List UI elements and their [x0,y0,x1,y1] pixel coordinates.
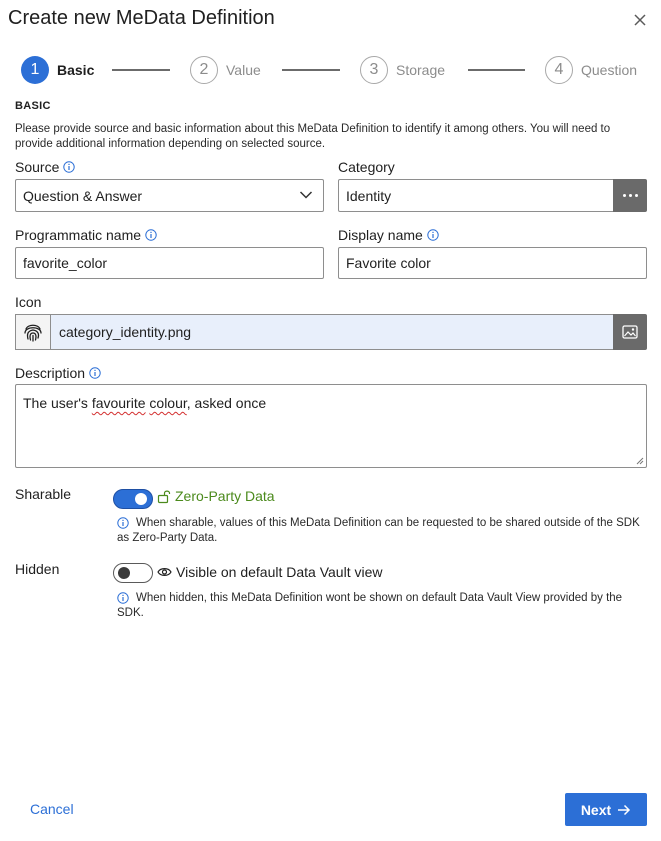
eye-icon [157,568,172,576]
hidden-status: Visible on default Data Vault view [157,564,383,580]
hidden-toggle[interactable] [113,563,153,583]
icon-file-value: category_identity.png [59,324,192,340]
misspelled-word: favourite [91,395,146,411]
toggle-knob [118,567,130,579]
sharable-status-text: Zero-Party Data [175,488,275,504]
step-basic[interactable]: 1 Basic [21,56,94,84]
step-label: Basic [57,62,95,78]
chevron-down-icon [299,191,313,199]
arrow-right-icon [618,804,631,815]
category-input[interactable]: Identity [338,179,614,212]
next-button[interactable]: Next [565,793,647,826]
hidden-label: Hidden [15,561,60,577]
description-label: Description [15,365,101,381]
hidden-hint-text: When hidden, this MeData Definition wont… [117,592,623,619]
sharable-hint-text: When sharable, values of this MeData Def… [117,517,640,544]
info-icon[interactable] [427,229,439,241]
more-dots-icon [622,194,626,197]
programmatic-name-value: favorite_color [23,255,108,271]
category-label: Category [338,159,395,175]
info-icon[interactable] [63,161,76,173]
step-storage[interactable]: 3 Storage [360,56,445,84]
icon-label: Icon [15,294,41,310]
sharable-toggle[interactable] [113,489,153,509]
unlock-icon [157,490,171,503]
step-number: 3 [360,56,388,84]
sharable-status: Zero-Party Data [157,488,275,504]
step-label: Question [581,62,638,78]
section-heading: BASIC [15,100,51,112]
step-number: 4 [545,56,573,84]
step-connector [112,69,170,71]
category-more-button[interactable] [613,179,647,212]
image-icon [622,325,638,339]
info-icon [117,517,129,529]
icon-browse-button[interactable] [613,314,647,350]
wizard-stepper: 1 Basic 2 Value 3 Storage 4 Question [0,56,661,86]
cancel-button[interactable]: Cancel [30,801,74,817]
step-number: 1 [21,56,49,84]
more-dot [634,194,638,197]
source-label: Source [15,159,76,175]
info-icon[interactable] [89,367,101,379]
step-question[interactable]: 4 Question [545,56,637,84]
section-description: Please provide source and basic informat… [15,123,611,150]
hidden-status-text: Visible on default Data Vault view [176,564,383,580]
description-label-text: Description [15,365,86,381]
description-textarea[interactable]: The user's favourite colour, asked once [15,384,647,468]
sharable-label: Sharable [15,486,72,502]
display-name-input[interactable]: Favorite color [338,247,647,279]
resize-grip-icon[interactable] [635,456,644,465]
display-name-value: Favorite color [346,255,431,271]
icon-label-text: Icon [15,294,42,310]
sharable-hint: When sharable, values of this MeData Def… [117,516,652,546]
description-text: The user's [23,395,92,411]
description-text: , asked once [186,395,267,411]
dialog-title: Create new MeData Definition [8,7,275,29]
step-label: Storage [396,62,446,78]
icon-file-input[interactable]: category_identity.png [50,314,614,350]
programmatic-name-input[interactable]: favorite_color [15,247,324,279]
icon-preview [15,314,51,350]
toggle-knob [135,493,147,505]
misspelled-word: colour [149,395,187,411]
info-icon [117,592,129,604]
step-number: 2 [190,56,218,84]
next-button-label: Next [580,801,612,818]
fingerprint-icon [24,324,42,342]
hidden-hint: When hidden, this MeData Definition wont… [117,591,652,621]
info-icon[interactable] [145,229,157,241]
display-name-label-text: Display name [338,227,423,243]
category-label-text: Category [338,159,395,175]
display-name-label: Display name [338,227,439,243]
programmatic-name-label-text: Programmatic name [15,227,142,243]
close-icon[interactable] [630,10,650,30]
source-select-value: Question & Answer [23,187,143,204]
step-connector [468,69,525,71]
source-label-text: Source [15,159,60,175]
icon-field: category_identity.png [15,314,647,350]
step-connector [282,69,340,71]
more-dot [628,194,632,197]
source-select[interactable]: Question & Answer [15,179,324,212]
programmatic-name-label: Programmatic name [15,227,157,243]
step-label: Value [226,62,261,78]
step-value[interactable]: 2 Value [190,56,261,84]
category-input-value: Identity [346,187,392,204]
